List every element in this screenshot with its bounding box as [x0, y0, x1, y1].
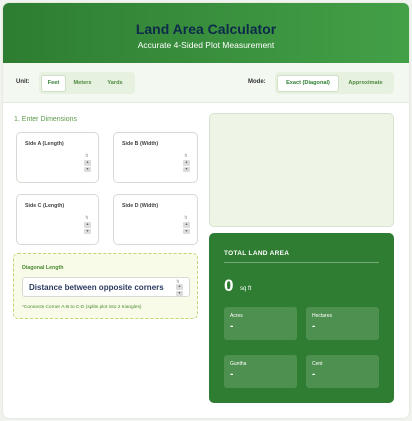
cent-label: Cent	[312, 361, 323, 367]
unit-label: Unit:	[16, 79, 30, 85]
side-b-stepper[interactable]: ▲ ▼	[183, 160, 190, 172]
stepper-up-icon[interactable]: ▲	[183, 160, 190, 166]
guntha-card: Guntha -	[224, 355, 297, 388]
hectares-label: Hectares	[312, 313, 333, 319]
controls-bar: Unit: Feet Meters Yards Mode: Exact (Dia…	[3, 63, 409, 103]
diagonal-input[interactable]: Distance between opposite corners ft ▲ ▼	[22, 277, 190, 297]
side-b-label: Side B (Width)	[122, 141, 159, 147]
unit-option-feet[interactable]: Feet	[41, 74, 66, 92]
side-d-stepper[interactable]: ▲ ▼	[183, 222, 190, 234]
dimensions-section-title: 1. Enter Dimensions	[14, 116, 78, 123]
mode-label: Mode:	[248, 79, 266, 85]
result-title: TOTAL LAND AREA	[224, 250, 290, 257]
stepper-up-icon[interactable]: ▲	[84, 222, 91, 228]
side-a-field[interactable]: Side A (Length) ft ▲ ▼	[16, 132, 99, 183]
guntha-label: Guntha	[230, 361, 247, 367]
side-c-stepper[interactable]: ▲ ▼	[84, 222, 91, 234]
app-subtitle: Accurate 4-Sided Plot Measurement	[137, 40, 275, 50]
mode-toggle: Exact (Diagonal) Approximate	[275, 72, 394, 94]
stepper-up-icon[interactable]: ▲	[176, 284, 183, 290]
mode-option-approximate[interactable]: Approximate	[339, 75, 392, 92]
diagonal-label: Diagonal Length	[22, 265, 64, 271]
side-a-label: Side A (Length)	[25, 141, 64, 147]
stepper-down-icon[interactable]: ▼	[84, 166, 91, 172]
diagonal-stepper[interactable]: ▲ ▼	[176, 284, 183, 296]
side-a-stepper[interactable]: ▲ ▼	[84, 160, 91, 172]
side-c-label: Side C (Length)	[25, 203, 65, 209]
total-area-value: 0	[224, 276, 234, 295]
side-b-unit: ft	[184, 153, 187, 158]
result-panel: TOTAL LAND AREA 0 sq ft Acres - Hectares…	[209, 233, 394, 403]
diagonal-note: *Connects Corner A-B to C-D (splits plot…	[22, 305, 142, 310]
side-b-field[interactable]: Side B (Width) ft ▲ ▼	[113, 132, 198, 183]
side-c-field[interactable]: Side C (Length) ft ▲ ▼	[16, 194, 99, 245]
cent-card: Cent -	[306, 355, 379, 388]
guntha-value: -	[230, 369, 234, 380]
hectares-value: -	[312, 321, 316, 332]
side-d-field[interactable]: Side D (Width) ft ▲ ▼	[113, 194, 198, 245]
acres-value: -	[230, 321, 234, 332]
stepper-up-icon[interactable]: ▲	[183, 222, 190, 228]
side-a-unit: ft	[85, 153, 88, 158]
side-c-unit: ft	[85, 215, 88, 220]
stepper-down-icon[interactable]: ▼	[183, 228, 190, 234]
stepper-up-icon[interactable]: ▲	[84, 160, 91, 166]
side-d-unit: ft	[184, 215, 187, 220]
diagonal-panel: Diagonal Length Distance between opposit…	[13, 253, 198, 319]
hectares-card: Hectares -	[306, 307, 379, 340]
unit-option-yards[interactable]: Yards	[99, 75, 131, 92]
diagonal-placeholder: Distance between opposite corners	[29, 283, 164, 292]
stepper-down-icon[interactable]: ▼	[176, 290, 183, 296]
side-d-label: Side D (Width)	[122, 203, 159, 209]
unit-option-meters[interactable]: Meters	[66, 75, 99, 92]
plot-preview	[209, 113, 394, 227]
unit-toggle: Feet Meters Yards	[39, 72, 135, 94]
cent-value: -	[312, 369, 316, 380]
mode-option-exact[interactable]: Exact (Diagonal)	[277, 74, 339, 92]
stepper-down-icon[interactable]: ▼	[84, 228, 91, 234]
app-header: Land Area Calculator Accurate 4-Sided Pl…	[3, 3, 409, 63]
result-divider	[224, 262, 379, 263]
acres-card: Acres -	[224, 307, 297, 340]
app-title: Land Area Calculator	[135, 21, 277, 37]
stepper-down-icon[interactable]: ▼	[183, 166, 190, 172]
total-area-unit: sq ft	[240, 286, 252, 292]
acres-label: Acres	[230, 313, 243, 319]
